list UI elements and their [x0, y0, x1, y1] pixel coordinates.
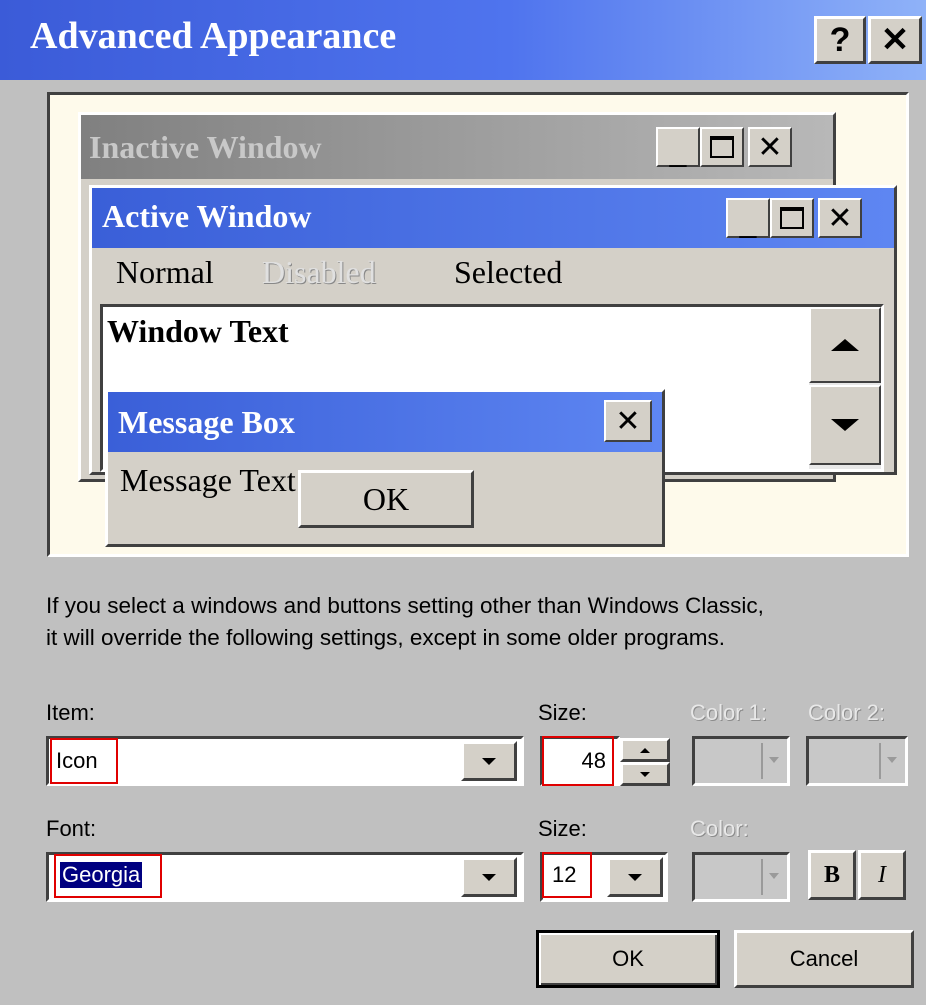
maximize-icon [710, 136, 734, 158]
close-icon: ✕ [615, 404, 641, 438]
close-icon: ✕ [880, 21, 910, 59]
active-window-caption: Active Window _ ✕ [92, 188, 894, 248]
bold-button[interactable]: B [808, 850, 856, 900]
maximize-icon [780, 207, 804, 229]
item-size-label: Size: [538, 700, 587, 725]
item-size-spinner[interactable] [620, 738, 670, 786]
inactive-window-caption: Inactive Window _ ✕ [81, 115, 833, 179]
inactive-close-button: ✕ [748, 127, 792, 167]
window-text: Window Text [107, 313, 289, 349]
active-window-title: Active Window [102, 198, 312, 234]
arrow-up-icon [640, 747, 650, 753]
divider [879, 743, 881, 779]
help-button[interactable]: ? [814, 16, 866, 64]
message-box: Message Box ✕ Message Text OK [105, 389, 665, 547]
cancel-button[interactable]: Cancel [734, 930, 914, 988]
item-size-value: 48 [581, 748, 606, 773]
item-value: Icon [56, 748, 98, 773]
close-button[interactable]: ✕ [868, 16, 922, 64]
message-ok-label: OK [362, 480, 410, 517]
title-bar: Advanced Appearance ? ✕ [0, 0, 926, 80]
chevron-down-icon [769, 757, 779, 763]
active-close-button: ✕ [818, 198, 862, 238]
menu-selected: Selected [454, 254, 563, 290]
font-size-value: 12 [552, 862, 577, 887]
font-size-dropdown-button[interactable] [607, 857, 663, 897]
spin-down-button[interactable] [620, 762, 670, 786]
message-text: Message Text [120, 462, 296, 498]
chevron-down-icon [482, 757, 496, 765]
preview-scrollbar [809, 307, 881, 469]
font-color-label: Color: [690, 816, 749, 841]
chevron-down-icon [769, 873, 779, 879]
message-box-title: Message Box [118, 404, 295, 440]
menu-disabled: Disabled [262, 254, 376, 290]
divider [761, 743, 763, 779]
arrow-up-icon [831, 339, 859, 351]
scroll-up-button [809, 307, 881, 383]
message-ok-button: OK [298, 470, 474, 528]
info-text-line-1: If you select a windows and buttons sett… [46, 593, 764, 618]
arrow-down-icon [831, 419, 859, 431]
divider [761, 859, 763, 895]
font-dropdown-button[interactable] [461, 857, 517, 897]
item-label: Item: [46, 700, 95, 725]
info-text: If you select a windows and buttons sett… [46, 590, 764, 654]
menu-normal: Normal [116, 254, 214, 290]
close-icon: ✕ [827, 201, 853, 235]
bold-icon: B [823, 861, 840, 888]
dialog-title: Advanced Appearance [30, 15, 397, 57]
arrow-down-icon [640, 771, 650, 777]
message-box-caption: Message Box ✕ [108, 392, 662, 452]
item-dropdown-button[interactable] [461, 741, 517, 781]
inactive-window-title: Inactive Window [89, 129, 322, 165]
help-icon: ? [829, 20, 851, 59]
close-icon: ✕ [757, 130, 783, 164]
font-value: Georgia [60, 862, 143, 888]
inactive-maximize-button [700, 127, 744, 167]
italic-icon: I [878, 861, 886, 888]
chevron-down-icon [628, 873, 642, 881]
ok-label: OK [612, 946, 644, 971]
minimize-icon: _ [739, 206, 757, 239]
scroll-down-button [809, 385, 881, 465]
font-label: Font: [46, 816, 97, 841]
ok-button[interactable]: OK [536, 930, 720, 988]
appearance-preview[interactable]: Inactive Window _ ✕ Active Window _ ✕ No… [47, 92, 909, 557]
chevron-down-icon [482, 873, 496, 881]
chevron-down-icon [887, 757, 897, 763]
spin-up-button[interactable] [620, 738, 670, 762]
active-minimize-button: _ [726, 198, 770, 239]
message-box-close-button: ✕ [604, 400, 652, 442]
color2-button[interactable] [806, 736, 908, 786]
color1-label: Color 1: [690, 700, 768, 725]
info-text-line-2: it will override the following settings,… [46, 625, 726, 650]
active-maximize-button [770, 198, 814, 238]
font-color-button[interactable] [692, 852, 790, 902]
color1-button[interactable] [692, 736, 790, 786]
inactive-minimize-button: _ [656, 127, 700, 168]
font-size-label: Size: [538, 816, 587, 841]
italic-button[interactable]: I [858, 850, 906, 900]
color2-label: Color 2: [808, 700, 886, 725]
cancel-label: Cancel [789, 946, 859, 971]
minimize-icon: _ [669, 135, 687, 168]
